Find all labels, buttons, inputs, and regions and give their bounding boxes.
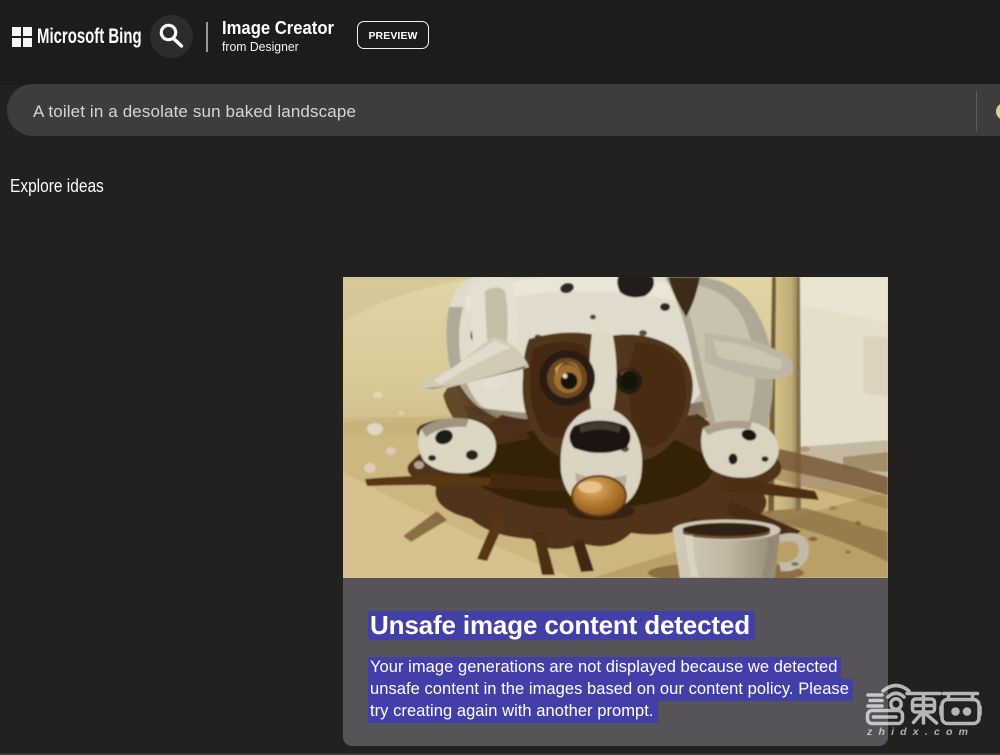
svg-text:zhidx.com: zhidx.com bbox=[866, 726, 974, 738]
